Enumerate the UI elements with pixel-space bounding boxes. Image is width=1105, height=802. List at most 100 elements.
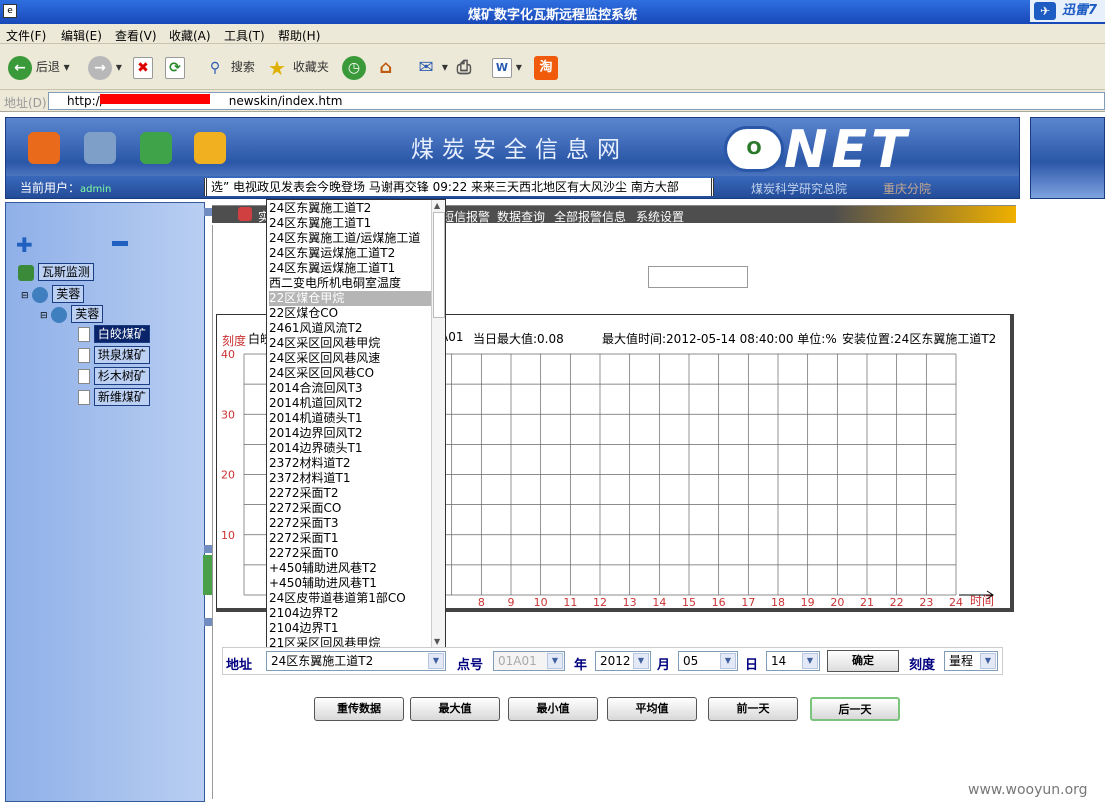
query-box[interactable] [648, 266, 748, 288]
forward-button[interactable]: → ▾ [88, 54, 122, 80]
favorites-button[interactable]: ★ 收藏夹 [265, 54, 329, 80]
dropdown-option[interactable]: 2014合流回风T3 [269, 381, 431, 396]
tree-group[interactable]: ⊟ 芙蓉 [21, 285, 85, 303]
search-button[interactable]: ⚲ 搜索 [203, 54, 255, 80]
scroll-down-icon[interactable]: ▼ [434, 637, 440, 646]
nav-item-all-alarms[interactable]: 全部报警信息 [554, 208, 626, 225]
dropdown-option[interactable]: 2272采面T1 [269, 531, 431, 546]
dropdown-option[interactable]: +450辅助进风巷T2 [269, 561, 431, 576]
scroll-up-icon[interactable]: ▲ [434, 201, 440, 210]
dropdown-option[interactable]: 2014机道碛头T1 [269, 411, 431, 426]
dropdown-option[interactable]: 2372材料道T1 [269, 471, 431, 486]
monitor-nav-icon[interactable] [84, 132, 116, 164]
printer-icon: ⎙ [456, 56, 472, 78]
dropdown-option[interactable]: 2272采面T2 [269, 486, 431, 501]
home-nav-icon[interactable] [28, 132, 60, 164]
menu-file[interactable]: 文件(F) [6, 27, 46, 44]
stop-button[interactable]: ✖ [133, 54, 153, 80]
min-value-button[interactable]: 最小值 [508, 697, 598, 721]
mail-button[interactable]: ✉ ▾ [414, 54, 447, 80]
dropdown-option[interactable]: 2272采面T0 [269, 546, 431, 561]
back-label: 后退 [35, 60, 60, 74]
day-select-value: 14 [771, 654, 787, 668]
address-select[interactable]: 24区东翼施工道T2 ▼ [266, 651, 446, 671]
tree-mine-4[interactable]: 新维煤矿 [78, 388, 150, 406]
menu-tools[interactable]: 工具(T) [224, 27, 265, 44]
day-select[interactable]: 14 ▼ [766, 651, 820, 671]
expand-all-icon[interactable]: ✚ [16, 233, 33, 257]
nav-item-settings[interactable]: 系统设置 [636, 208, 684, 225]
dropdown-option[interactable]: 24区东翼运煤施工道T2 [269, 246, 431, 261]
address-dropdown-list[interactable]: 24区东翼施工道T2 24区东翼施工道T1 24区东翼施工道/运煤施工道 24区东翼运… [266, 199, 446, 650]
menu-edit[interactable]: 编辑(E) [61, 27, 102, 44]
dropdown-option[interactable]: 24区东翼施工道T2 [269, 201, 431, 216]
dropdown-option[interactable]: 2272采面T3 [269, 516, 431, 531]
splitter-toggle[interactable] [203, 555, 212, 595]
point-select[interactable]: 01A01 ▼ [493, 651, 565, 671]
dropdown-option[interactable]: 2372材料道T2 [269, 456, 431, 471]
back-button[interactable]: ← 后退 ▾ [8, 54, 70, 80]
tree-mine-1[interactable]: 白皎煤矿 [78, 325, 150, 343]
scale-select[interactable]: 量程 ▼ [944, 651, 998, 671]
edit-button[interactable]: W ▾ [492, 54, 522, 80]
dropdown-option[interactable]: 24区东翼施工道/运煤施工道 [269, 231, 431, 246]
menu-favorites[interactable]: 收藏(A) [169, 27, 211, 44]
dropdown-option[interactable]: 24区采区回风巷甲烷 [269, 336, 431, 351]
nav-item-data-query[interactable]: 数据查询 [497, 208, 545, 225]
help-nav-icon[interactable] [194, 132, 226, 164]
next-day-button[interactable]: 后一天 [810, 697, 900, 721]
dropdown-option[interactable]: 西二变电所机电硐室温度 [269, 276, 431, 291]
dropdown-option[interactable]: 24区采区回风巷风速 [269, 351, 431, 366]
collapse-all-icon[interactable] [112, 241, 128, 246]
dropdown-option[interactable]: 2272采面CO [269, 501, 431, 516]
dropdown-option[interactable]: 24区皮带道巷道第1部CO [269, 591, 431, 606]
address-select-value: 24区东翼施工道T2 [271, 654, 374, 668]
tree-mine-2[interactable]: 珙泉煤矿 [78, 346, 150, 364]
tools-nav-icon[interactable] [140, 132, 172, 164]
page-icon [78, 390, 90, 405]
dropdown-option[interactable]: 2104边界T2 [269, 606, 431, 621]
xunlei-plugin[interactable]: ✈ 迅雷7 [1030, 0, 1105, 22]
banner-right-panel [1030, 117, 1105, 199]
dropdown-option[interactable]: +450辅助进风巷T1 [269, 576, 431, 591]
max-value-button[interactable]: 最大值 [410, 697, 500, 721]
month-select[interactable]: 05 ▼ [678, 651, 738, 671]
y-tick-label: 40 [221, 348, 235, 361]
refresh-button[interactable]: ⟳ [165, 54, 185, 80]
year-select-value: 2012 [600, 654, 631, 668]
tree-subgroup[interactable]: ⊟ 芙蓉 [40, 305, 104, 323]
history-button[interactable]: ◷ [342, 54, 366, 80]
site-banner: 煤炭安全信息网 O NET 当前用户：admin 选” 电视政见发表会今晚登场 … [5, 117, 1020, 199]
dropdown-scrollbar[interactable]: ▲ ▼ [431, 200, 445, 648]
dropdown-option[interactable]: 24区东翼运煤施工道T1 [269, 261, 431, 276]
nav-item-sms-alarm[interactable]: 短信报警 [442, 208, 490, 225]
year-select[interactable]: 2012 ▼ [595, 651, 651, 671]
confirm-button[interactable]: 确定 [827, 650, 899, 672]
watermark: www.wooyun.org [968, 782, 1088, 798]
tree-root[interactable]: 瓦斯监测 [18, 263, 94, 281]
x-tick-label: 23 [919, 596, 933, 609]
mine-label: 白皎煤矿 [93, 325, 150, 343]
resend-data-button[interactable]: 重传数据 [314, 697, 404, 721]
dropdown-option[interactable]: 24区采区回风巷CO [269, 366, 431, 381]
avg-value-button[interactable]: 平均值 [607, 697, 697, 721]
chevron-down-icon: ▼ [428, 653, 444, 669]
previous-day-button[interactable]: 前一天 [708, 697, 798, 721]
dropdown-option[interactable]: 2104边界T1 [269, 621, 431, 636]
menu-help[interactable]: 帮助(H) [278, 27, 320, 44]
dropdown-option[interactable]: 2014边界碛头T1 [269, 441, 431, 456]
menu-view[interactable]: 查看(V) [115, 27, 157, 44]
dropdown-option[interactable]: 24区东翼施工道T1 [269, 216, 431, 231]
dropdown-option[interactable]: 22区煤仓CO [269, 306, 431, 321]
taobao-button[interactable]: 淘 [534, 54, 558, 80]
dropdown-option[interactable]: 2014机道回风T2 [269, 396, 431, 411]
dropdown-option[interactable]: 2461风道风流T2 [269, 321, 431, 336]
current-user: 当前用户：admin [20, 179, 111, 196]
dropdown-option[interactable]: 22区煤仓甲烷 [269, 291, 431, 306]
window-title: 煤矿数字化瓦斯远程监控系统 [467, 8, 637, 23]
scroll-thumb[interactable] [433, 212, 445, 318]
tree-mine-3[interactable]: 杉木树矿 [78, 367, 150, 385]
dropdown-option[interactable]: 2014边界回风T2 [269, 426, 431, 441]
home-button[interactable]: ⌂ [374, 54, 398, 80]
print-button[interactable]: ⎙ [452, 54, 476, 80]
